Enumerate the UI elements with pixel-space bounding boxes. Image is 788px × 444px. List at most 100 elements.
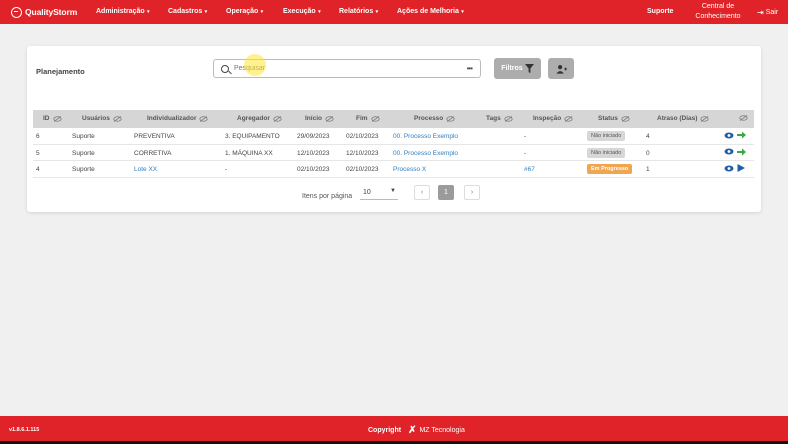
cell-processo-link[interactable]: 00. Processo Exemplo bbox=[393, 150, 458, 157]
cell-atraso: 4 bbox=[646, 133, 650, 140]
menu-administracao[interactable]: Administração ▾ bbox=[96, 8, 150, 15]
row-actions bbox=[724, 131, 746, 139]
assign-user-button[interactable] bbox=[548, 58, 574, 79]
column-individualizador[interactable]: Individualizador bbox=[147, 115, 209, 122]
cell-individualizador: PREVENTIVA bbox=[134, 133, 175, 140]
page-button-current[interactable]: 1 bbox=[438, 185, 454, 200]
eye-off-icon[interactable] bbox=[700, 115, 710, 122]
cell-agregador: 1. MÁQUINA XX bbox=[225, 149, 273, 157]
column-actions-visibility[interactable] bbox=[736, 115, 748, 121]
caret-down-icon: ▾ bbox=[316, 9, 321, 15]
column-usuarios[interactable]: Usuários bbox=[82, 115, 122, 122]
copyright: Copyright ✗ MZ Tecnologia bbox=[368, 425, 465, 436]
play-icon[interactable] bbox=[737, 164, 745, 172]
column-atraso[interactable]: Atraso (Dias) bbox=[657, 115, 710, 122]
eye-off-icon[interactable] bbox=[739, 115, 748, 121]
cell-id: 5 bbox=[36, 149, 40, 157]
exit-button[interactable]: ⇥ Sair bbox=[757, 8, 778, 17]
eye-off-icon[interactable] bbox=[199, 115, 209, 122]
eye-off-icon[interactable] bbox=[113, 115, 122, 122]
more-options-icon[interactable]: ••• bbox=[467, 64, 473, 73]
menu-relatorios[interactable]: Relatórios ▾ bbox=[339, 8, 378, 15]
column-inicio[interactable]: Início bbox=[305, 115, 334, 122]
column-processo[interactable]: Processo bbox=[414, 115, 455, 122]
cell-id: 4 bbox=[36, 166, 40, 173]
column-id[interactable]: ID bbox=[43, 115, 62, 122]
table-row[interactable]: 4 Suporte Lote XX - 02/10/2023 02/10/202… bbox=[33, 161, 754, 178]
status-badge: Não iniciado bbox=[587, 131, 626, 141]
cell-usuario: Suporte bbox=[72, 149, 95, 157]
eye-off-icon[interactable] bbox=[564, 115, 573, 122]
eye-icon[interactable] bbox=[724, 165, 734, 172]
table-header: ID Usuários Individualizador Agregador I… bbox=[33, 110, 754, 128]
filter-icon bbox=[524, 64, 534, 73]
eye-off-icon[interactable] bbox=[446, 115, 455, 122]
eye-off-icon[interactable] bbox=[504, 115, 513, 122]
search-icon bbox=[221, 64, 229, 73]
column-fim[interactable]: Fim bbox=[356, 115, 380, 122]
nav-knowledge-center[interactable]: Central de Conhecimento bbox=[690, 2, 746, 22]
cell-fim: 12/10/2023 bbox=[346, 149, 379, 157]
column-inspecao[interactable]: Inspeção bbox=[533, 115, 573, 122]
table-row[interactable]: 5 Suporte CORRETIVA 1. MÁQUINA XX 12/10/… bbox=[33, 145, 754, 161]
page-title: Planejamento bbox=[36, 67, 85, 76]
next-page-button[interactable]: › bbox=[464, 185, 480, 200]
cell-fim: 02/10/2023 bbox=[346, 166, 379, 173]
planning-card: Planejamento ••• Filtros ID Usuários Ind… bbox=[27, 46, 761, 212]
cell-inspecao: - bbox=[524, 133, 527, 140]
caret-down-icon: ▾ bbox=[203, 9, 208, 15]
cell-inicio: 02/10/2023 bbox=[297, 166, 330, 173]
menu-acoes-de-melhoria[interactable]: Ações de Melhoria ▾ bbox=[397, 8, 464, 15]
column-tags[interactable]: Tags bbox=[486, 115, 513, 122]
eye-off-icon[interactable] bbox=[370, 115, 380, 122]
brand[interactable]: QualityStorm bbox=[11, 6, 95, 18]
cell-usuario: Suporte bbox=[72, 133, 95, 140]
caret-down-icon: ▼ bbox=[390, 188, 396, 194]
table-row[interactable]: 6 Suporte PREVENTIVA 3. EQUIPAMENTO 29/0… bbox=[33, 128, 754, 145]
menu-execucao[interactable]: Execução ▾ bbox=[283, 8, 321, 15]
eye-off-icon[interactable] bbox=[273, 115, 282, 122]
mouse-cursor-highlight bbox=[244, 54, 266, 76]
caret-down-icon: ▾ bbox=[374, 9, 379, 15]
eye-off-icon[interactable] bbox=[621, 115, 630, 122]
arrow-right-icon[interactable] bbox=[737, 148, 746, 156]
search-input[interactable] bbox=[234, 65, 454, 72]
eye-off-icon[interactable] bbox=[52, 115, 62, 122]
cell-atraso: 0 bbox=[646, 149, 650, 157]
column-status[interactable]: Status bbox=[598, 115, 630, 122]
cell-individualizador: CORRETIVA bbox=[134, 149, 172, 157]
status-badge: Não iniciado bbox=[587, 147, 626, 158]
sign-out-icon: ⇥ bbox=[757, 8, 764, 17]
eye-off-icon[interactable] bbox=[325, 115, 334, 122]
items-per-page-select[interactable]: 10 ▼ bbox=[360, 186, 398, 200]
previous-page-button[interactable]: ‹ bbox=[414, 185, 430, 200]
cell-individualizador-link[interactable]: Lote XX bbox=[134, 166, 157, 173]
caret-down-icon: ▾ bbox=[145, 9, 150, 15]
nav-support[interactable]: Suporte bbox=[647, 8, 673, 15]
pagination: Itens por página 10 ▼ ‹ 1 › bbox=[27, 184, 761, 204]
qualitystorm-logo-icon bbox=[11, 6, 22, 18]
cell-processo-link[interactable]: Processo X bbox=[393, 166, 426, 173]
top-navbar: QualityStorm Administração ▾ Cadastros ▾… bbox=[0, 0, 788, 24]
row-actions bbox=[724, 164, 745, 172]
eye-icon[interactable] bbox=[724, 148, 734, 155]
caret-down-icon: ▾ bbox=[259, 9, 264, 15]
arrow-right-icon[interactable] bbox=[737, 131, 746, 139]
user-assign-icon bbox=[555, 64, 567, 74]
cell-agregador: - bbox=[225, 166, 228, 173]
menu-operacao[interactable]: Operação ▾ bbox=[226, 8, 263, 15]
items-per-page-label: Itens por página bbox=[302, 193, 353, 200]
filters-button[interactable]: Filtros bbox=[494, 58, 541, 79]
cell-fim: 02/10/2023 bbox=[346, 133, 379, 140]
row-actions bbox=[724, 148, 746, 156]
menu-cadastros[interactable]: Cadastros ▾ bbox=[168, 8, 207, 15]
caret-down-icon: ▾ bbox=[459, 9, 464, 15]
planning-table: ID Usuários Individualizador Agregador I… bbox=[33, 110, 754, 178]
cell-processo-link[interactable]: 00. Processo Exemplo bbox=[393, 133, 458, 140]
eye-icon[interactable] bbox=[724, 132, 734, 139]
app-version: v1.8.6.1.115 bbox=[9, 427, 40, 433]
cell-inspecao-link[interactable]: #67 bbox=[524, 166, 535, 173]
cell-id: 6 bbox=[36, 133, 40, 140]
column-agregador[interactable]: Agregador bbox=[237, 115, 282, 122]
cell-inicio: 29/09/2023 bbox=[297, 133, 330, 140]
